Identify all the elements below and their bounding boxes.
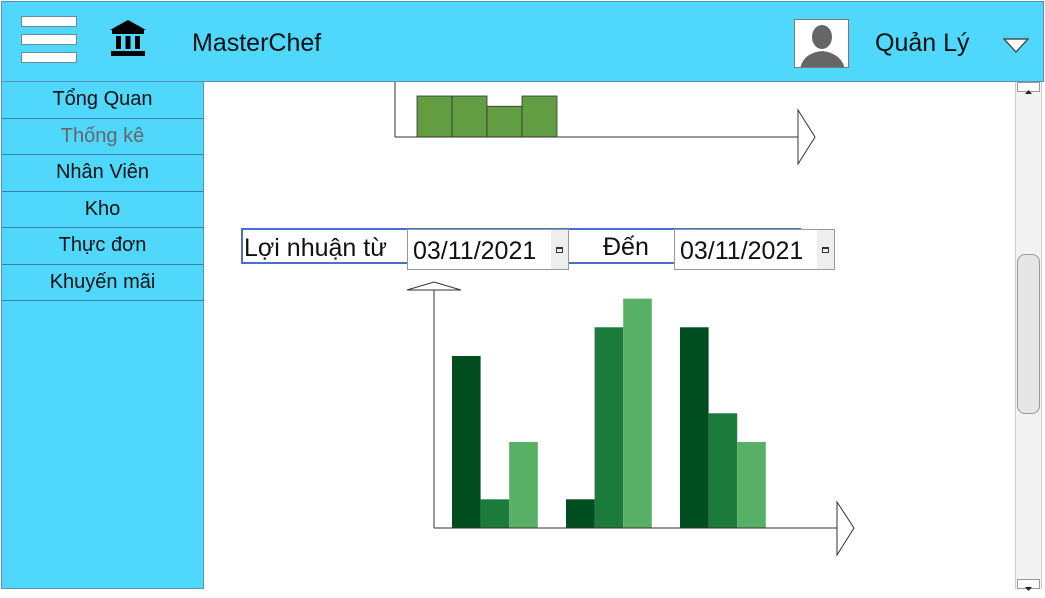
to-date-label: Đến <box>603 233 649 261</box>
to-date-input[interactable]: 03/11/2021 <box>674 229 835 270</box>
app-window: MasterChef Quản Lý Tổng Quan Thống kê Nh… <box>0 0 1045 591</box>
scrollbar-thumb[interactable] <box>1017 254 1040 414</box>
vertical-scrollbar[interactable] <box>1015 82 1042 591</box>
scroll-down-arrow-icon[interactable] <box>1017 579 1040 591</box>
top-bar-chart <box>394 82 816 166</box>
x-axis-arrow <box>797 108 816 166</box>
calendar-icon[interactable] <box>817 230 834 269</box>
from-date-value: 03/11/2021 <box>413 237 537 265</box>
scroll-up-arrow-icon[interactable] <box>1017 82 1040 94</box>
calendar-icon[interactable] <box>551 230 568 269</box>
bar <box>451 95 488 138</box>
from-date-input[interactable]: 03/11/2021 <box>407 229 569 270</box>
bar <box>486 105 523 138</box>
profit-from-label: Lợi nhuận từ <box>244 234 387 262</box>
to-date-value: 03/11/2021 <box>680 237 804 265</box>
bar <box>521 95 558 138</box>
bar <box>416 95 453 138</box>
